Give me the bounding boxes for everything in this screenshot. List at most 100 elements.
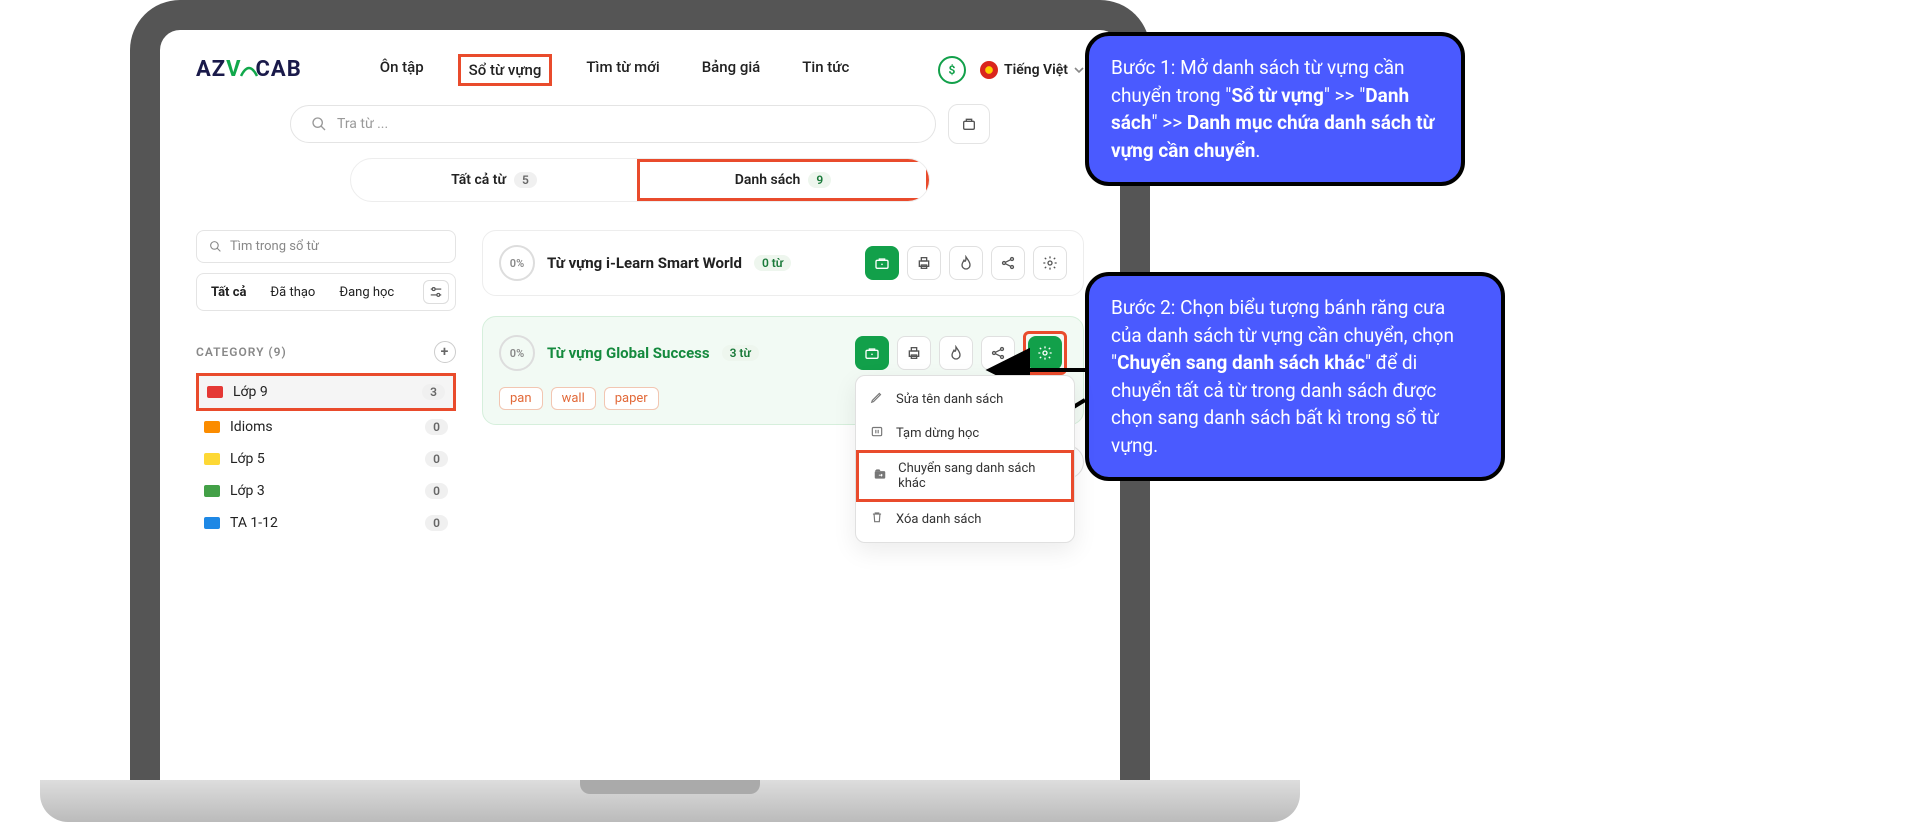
progress-circle: 0% — [499, 245, 535, 281]
nav-find-words[interactable]: Tìm từ mới — [578, 54, 667, 86]
add-category-button[interactable]: + — [434, 341, 456, 363]
category-header-label: CATEGORY (9) — [196, 345, 287, 359]
category-label: Lớp 9 — [233, 384, 268, 400]
category-label: Idioms — [230, 419, 273, 435]
word-tag[interactable]: pan — [499, 387, 543, 410]
coin-icon[interactable]: $ — [938, 56, 966, 84]
progress-circle: 0% — [499, 335, 535, 371]
study-button[interactable] — [865, 246, 899, 280]
app-screen: AZVCAB Ôn tập Sổ từ vựng Tìm từ mới Bảng… — [170, 40, 1110, 770]
filter-settings-button[interactable] — [423, 280, 449, 304]
filter-learning[interactable]: Đang học — [331, 281, 402, 304]
tab-all-label: Tất cả từ — [451, 172, 506, 188]
settings-button[interactable] — [1033, 246, 1067, 280]
list-card-active[interactable]: 0% Từ vựng Global Success 3 từ — [482, 316, 1084, 425]
expand-icon — [961, 116, 977, 132]
list-word-count: 0 từ — [754, 255, 791, 271]
folder-icon — [204, 517, 220, 529]
word-tag[interactable]: wall — [551, 387, 596, 410]
folder-icon — [207, 386, 223, 398]
tab-all-count: 5 — [514, 172, 537, 188]
menu-move-to-other[interactable]: Chuyển sang danh sách khác — [856, 450, 1074, 502]
category-label: Lớp 3 — [230, 483, 265, 499]
tab-list-label: Danh sách — [735, 172, 801, 188]
search-row: Tra từ ... — [170, 96, 1110, 158]
logo-az: AZ — [196, 57, 226, 82]
annotation-text: . — [1255, 139, 1260, 162]
tab-lists[interactable]: Danh sách 9 — [637, 159, 929, 201]
sidebar-search[interactable]: Tìm trong sổ từ — [196, 230, 456, 263]
folder-icon — [204, 453, 220, 465]
print-icon — [906, 345, 922, 361]
flame-button[interactable] — [949, 246, 983, 280]
category-count: 3 — [422, 384, 445, 400]
trash-icon — [870, 510, 886, 528]
category-label: Lớp 5 — [230, 451, 265, 467]
category-item-idioms[interactable]: Idioms 0 — [196, 411, 456, 443]
word-tag[interactable]: paper — [604, 387, 659, 410]
category-label: TA 1-12 — [230, 515, 278, 531]
menu-rename[interactable]: Sửa tên danh sách — [856, 382, 1074, 416]
logo[interactable]: AZVCAB — [196, 57, 302, 82]
chevron-down-icon — [1074, 65, 1084, 75]
sidebar-filters: Tất cả Đã thạo Đang học — [196, 273, 456, 311]
category-header: CATEGORY (9) + — [196, 341, 456, 363]
list-context-menu: Sửa tên danh sách Tạm dừng học Chuyển sa… — [855, 375, 1075, 543]
menu-item-label: Xóa danh sách — [896, 512, 981, 527]
study-button[interactable] — [855, 336, 889, 370]
tab-all-words[interactable]: Tất cả từ 5 — [351, 159, 637, 201]
settings-button[interactable] — [1028, 336, 1062, 370]
tabs-container: Tất cả từ 5 Danh sách 9 — [170, 158, 1110, 202]
filter-mastered[interactable]: Đã thạo — [262, 281, 323, 304]
nav-vocab-book[interactable]: Sổ từ vựng — [458, 54, 553, 86]
category-item-lop9[interactable]: Lớp 9 3 — [196, 373, 456, 411]
main-nav: Ôn tập Sổ từ vựng Tìm từ mới Bảng giá Ti… — [372, 54, 858, 86]
menu-item-label: Chuyển sang danh sách khác — [898, 461, 1057, 491]
category-count: 0 — [425, 419, 448, 435]
search-icon — [311, 116, 327, 132]
flame-icon — [948, 345, 964, 361]
folder-icon — [204, 485, 220, 497]
category-count: 0 — [425, 515, 448, 531]
category-count: 0 — [425, 483, 448, 499]
share-button[interactable] — [981, 336, 1015, 370]
list-title: Từ vựng Global Success — [547, 344, 710, 362]
pause-icon — [870, 424, 886, 442]
laptop-base — [40, 780, 1300, 822]
sidebar: Tìm trong sổ từ Tất cả Đã thạo Đang học … — [196, 230, 456, 539]
nav-review[interactable]: Ôn tập — [372, 54, 432, 86]
logo-ocab: CAB — [256, 57, 302, 82]
sidebar-search-placeholder: Tìm trong sổ từ — [230, 239, 319, 254]
folder-icon — [204, 421, 220, 433]
expand-button[interactable] — [948, 104, 990, 144]
print-button[interactable] — [897, 336, 931, 370]
annotation-text: " >> " — [1324, 84, 1365, 107]
print-icon — [916, 255, 932, 271]
category-item-lop5[interactable]: Lớp 5 0 — [196, 443, 456, 475]
flame-button[interactable] — [939, 336, 973, 370]
category-item-ta-1-12[interactable]: TA 1-12 0 — [196, 507, 456, 539]
move-icon — [873, 467, 888, 485]
filter-all[interactable]: Tất cả — [203, 281, 254, 304]
annotation-bold: Chuyển sang danh sách khác — [1117, 351, 1365, 374]
category-item-lop3[interactable]: Lớp 3 0 — [196, 475, 456, 507]
main-content: 0% Từ vựng i-Learn Smart World 0 từ — [482, 230, 1084, 539]
print-button[interactable] — [907, 246, 941, 280]
share-button[interactable] — [991, 246, 1025, 280]
menu-delete[interactable]: Xóa danh sách — [856, 502, 1074, 536]
category-count: 0 — [425, 451, 448, 467]
nav-pricing[interactable]: Bảng giá — [694, 54, 769, 86]
language-switcher[interactable]: Tiếng Việt — [980, 61, 1084, 79]
nav-news[interactable]: Tin tức — [794, 54, 857, 86]
annotation-bold: Sổ từ vựng — [1231, 84, 1324, 107]
language-label: Tiếng Việt — [1004, 62, 1068, 78]
list-card[interactable]: 0% Từ vựng i-Learn Smart World 0 từ — [482, 230, 1084, 296]
header: AZVCAB Ôn tập Sổ từ vựng Tìm từ mới Bảng… — [170, 40, 1110, 96]
category-list: Lớp 9 3 Idioms 0 Lớp 5 0 — [196, 373, 456, 539]
share-icon — [990, 345, 1006, 361]
annotation-text: " >> — [1151, 111, 1186, 134]
search-input[interactable]: Tra từ ... — [290, 105, 936, 143]
laptop-frame: AZVCAB Ôn tập Sổ từ vựng Tìm từ mới Bảng… — [130, 0, 1150, 780]
menu-pause[interactable]: Tạm dừng học — [856, 416, 1074, 450]
pencil-icon — [870, 390, 886, 408]
